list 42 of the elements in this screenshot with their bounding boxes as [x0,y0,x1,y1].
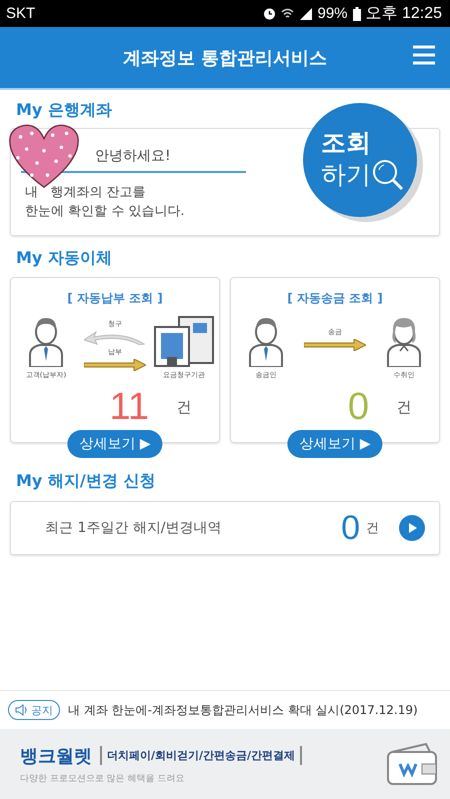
section-title: My 해지/변경 신청 [15,471,156,492]
count-unit: 건 [366,520,379,537]
menu-icon[interactable] [412,45,436,65]
clock: 오후 12:25 [366,4,442,24]
search-icon [371,158,405,192]
description-text: 내 행계좌의 잔고를 한눈에 확인할 수 있습니다. [25,184,185,221]
banner-subtitle: 다양한 프로모션으로 많은 혜택을 드려요 [20,772,186,784]
arrow-icon [304,339,366,351]
carrier-label: SKT [6,5,36,22]
wifi-icon [281,7,294,20]
arrow-icon [84,359,146,371]
person-icon [26,315,66,367]
lookup-button[interactable]: 조회 하기 [303,103,417,217]
wallet-icon [386,742,438,786]
card-title: [ 자동납부 조회 ] [67,290,163,307]
greeting-text: 안녕하세요! [95,147,171,165]
count-unit: 건 [396,398,412,416]
speaker-icon [15,704,29,716]
count-value: 0 [346,386,369,428]
play-icon[interactable] [399,515,425,541]
count-value: 0 [341,508,360,548]
battery-icon [352,6,361,20]
details-button[interactable]: 상세보기 ▶ [67,430,163,458]
history-label: 최근 1주일간 해지/변경내역 [45,519,223,537]
section-title: My 은행계좌 [15,100,113,121]
section-title: My 자동이체 [15,248,113,269]
count-value: 11 [108,386,149,428]
header-title: 계좌정보 통합관리서비스 [122,46,328,70]
feature-list: 더치페이/회비걷기/간편송금/간편결제 [100,746,302,765]
curved-arrow-icon [84,331,146,345]
card-title: [ 자동송금 조회 ] [287,290,383,307]
person-icon [384,315,424,367]
building-icon [153,315,215,367]
signal-icon [299,7,312,20]
notice-badge[interactable]: 공지 [8,700,60,720]
person-icon [246,315,286,367]
notice-text[interactable]: 내 계좌 한눈에-계좌정보통합관리서비스 확대 실시(2017.12.19) [68,702,418,718]
brand-name: 뱅크월렛 [20,744,92,768]
alarm-icon [263,7,276,20]
count-unit: 건 [176,398,192,416]
details-button[interactable]: 상세보기 ▶ [287,430,383,458]
battery-percent: 99% [317,5,348,22]
